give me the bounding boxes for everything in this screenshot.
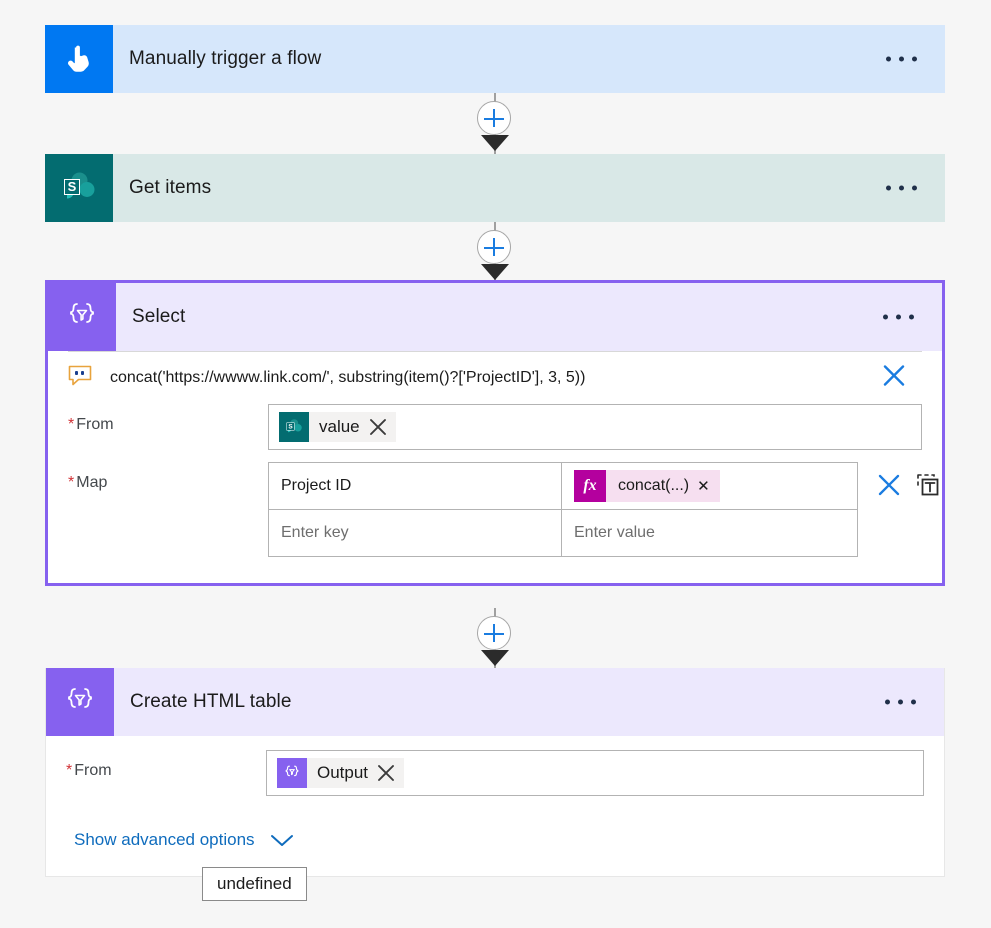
dynamic-content-token[interactable]: S value: [279, 412, 396, 442]
tooltip-text: undefined: [217, 874, 292, 893]
connector-trigger-to-getitems: [0, 93, 991, 155]
expression-text: concat('https://wwww.link.com/', substri…: [110, 369, 586, 386]
dot: [911, 699, 916, 705]
select-braces-icon: [46, 668, 114, 736]
paste-insert-icon[interactable]: [916, 473, 940, 497]
more-commands-button[interactable]: [880, 178, 923, 199]
show-advanced-options-row[interactable]: Show advanced options: [46, 808, 944, 876]
dot: [912, 185, 917, 191]
arrow-head-icon: [481, 650, 509, 666]
token-label: concat(...): [618, 477, 690, 494]
field-label-from: * From: [66, 762, 112, 779]
field-map: * Map Project ID fx concat(...) ✕ Enter …: [48, 462, 942, 557]
tooltip: undefined: [202, 867, 307, 901]
token-label: Output: [317, 763, 369, 782]
from-input[interactable]: Output: [266, 750, 924, 796]
from-input[interactable]: S value: [268, 404, 922, 450]
fx-icon: fx: [574, 470, 606, 502]
more-commands-button[interactable]: [877, 307, 920, 328]
arrow-head-icon: [481, 135, 509, 151]
dot: [885, 699, 890, 705]
flow-step-manually-trigger-a-flow[interactable]: Manually trigger a flow: [45, 25, 945, 93]
expression-token[interactable]: fx concat(...) ✕: [574, 470, 720, 502]
dynamic-content-token[interactable]: Output: [277, 758, 405, 788]
more-commands-button[interactable]: [879, 692, 922, 713]
map-key-placeholder: Enter key: [281, 524, 349, 541]
map-value-input[interactable]: fx concat(...) ✕: [562, 463, 857, 509]
step-title: Get items: [129, 177, 212, 198]
chevron-down-icon[interactable]: [269, 832, 295, 848]
sharepoint-icon: S: [45, 154, 113, 222]
map-value-placeholder: Enter value: [574, 524, 655, 541]
dot: [909, 314, 914, 320]
insert-step-button[interactable]: [477, 101, 511, 135]
remove-token-icon[interactable]: [374, 763, 404, 783]
dot: [886, 185, 891, 191]
required-asterisk: *: [68, 474, 75, 491]
map-table: Project ID fx concat(...) ✕ Enter key En…: [268, 462, 858, 557]
dot: [896, 314, 901, 320]
expression-tooltip-icon: [68, 365, 92, 392]
dot: [899, 56, 904, 62]
map-key-value: Project ID: [281, 477, 352, 494]
svg-text:S: S: [68, 179, 77, 194]
select-braces-icon: [277, 758, 307, 788]
hand-pointer-icon: [45, 25, 113, 93]
connector-getitems-to-select: [0, 222, 991, 284]
map-key-input-empty[interactable]: Enter key: [269, 510, 562, 556]
arrow-head-icon: [481, 264, 509, 280]
step-title: Manually trigger a flow: [129, 48, 322, 69]
connector-select-to-htmltable: [0, 608, 991, 670]
dot: [898, 699, 903, 705]
more-commands-button[interactable]: [880, 49, 923, 70]
dot: [912, 56, 917, 62]
dot: [899, 185, 904, 191]
map-row: Project ID fx concat(...) ✕: [269, 463, 857, 509]
select-braces-icon: [48, 283, 116, 351]
flow-step-create-html-table[interactable]: Create HTML table * From Output Show adv…: [45, 668, 945, 877]
token-label: value: [319, 417, 360, 436]
svg-text:S: S: [288, 424, 293, 431]
dot: [886, 56, 891, 62]
dot: [883, 314, 888, 320]
card-header[interactable]: Create HTML table: [46, 668, 944, 736]
field-from: * From Output: [46, 750, 944, 796]
flow-step-get-items[interactable]: S Get items: [45, 154, 945, 222]
field-from: * From S value: [48, 404, 942, 450]
required-asterisk: *: [66, 762, 73, 779]
step-title: Select: [132, 306, 186, 327]
expression-preview-bar: concat('https://wwww.link.com/', substri…: [48, 352, 942, 404]
field-label-from: * From: [68, 416, 114, 433]
show-advanced-options-link[interactable]: Show advanced options: [74, 830, 255, 850]
delete-map-row-icon[interactable]: [876, 472, 902, 498]
required-asterisk: *: [68, 416, 75, 433]
map-row-actions: [858, 462, 940, 498]
insert-step-button[interactable]: [477, 616, 511, 650]
field-label-map: * Map: [68, 474, 108, 491]
flow-step-select[interactable]: Select concat('https://wwww.link.com/', …: [45, 280, 945, 586]
sharepoint-icon: S: [279, 412, 309, 442]
insert-step-button[interactable]: [477, 230, 511, 264]
remove-token-icon[interactable]: ✕: [693, 477, 720, 495]
card-header[interactable]: S Get items: [45, 154, 945, 222]
card-header[interactable]: Manually trigger a flow: [45, 25, 945, 93]
card-header[interactable]: Select: [48, 283, 942, 351]
map-row: Enter key Enter value: [269, 509, 857, 556]
map-value-input-empty[interactable]: Enter value: [562, 510, 857, 556]
step-title: Create HTML table: [130, 691, 292, 712]
close-expression-icon[interactable]: [880, 362, 908, 395]
map-key-input[interactable]: Project ID: [269, 463, 562, 509]
flow-designer-canvas: Manually trigger a flow S Get items Sele…: [0, 0, 991, 928]
remove-token-icon[interactable]: [366, 417, 396, 437]
